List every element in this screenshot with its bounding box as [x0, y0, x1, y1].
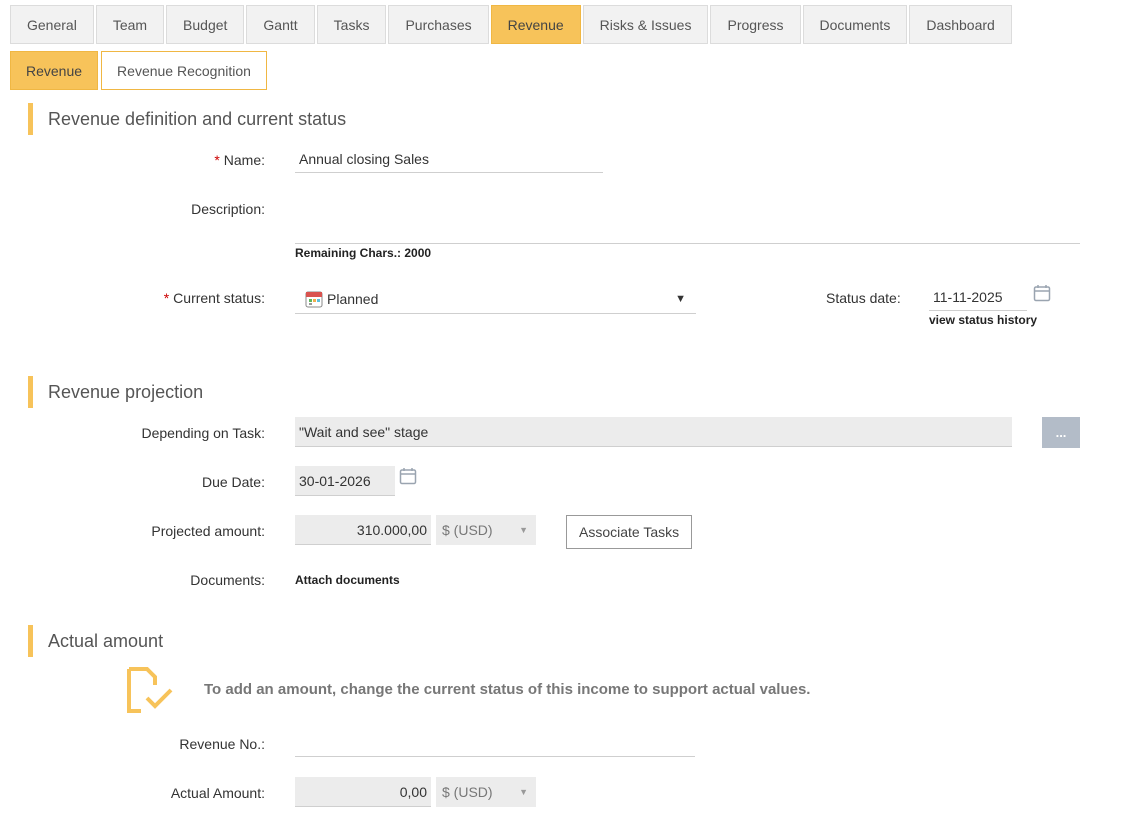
- required-marker: *: [214, 152, 220, 168]
- tab-risks-issues[interactable]: Risks & Issues: [582, 5, 709, 44]
- tab-tasks[interactable]: Tasks: [316, 5, 387, 44]
- remaining-chars: Remaining Chars.: 2000: [295, 246, 432, 260]
- projected-currency-select[interactable]: $ (USD) ▼: [436, 515, 536, 545]
- subtab-revenue[interactable]: Revenue: [10, 51, 99, 90]
- actual-currency-select[interactable]: $ (USD) ▼: [436, 777, 536, 807]
- calendar-icon[interactable]: [399, 467, 417, 485]
- due-date-input[interactable]: 30-01-2026: [295, 466, 395, 496]
- currency-value: $ (USD): [442, 522, 493, 538]
- select-task-button[interactable]: ...: [1042, 417, 1080, 448]
- name-label: * Name:: [214, 152, 265, 168]
- status-date-input[interactable]: 11-11-2025: [929, 283, 1027, 311]
- tab-documents[interactable]: Documents: [802, 5, 908, 44]
- section-definition-header: Revenue definition and current status: [28, 103, 346, 135]
- document-check-icon: [125, 666, 175, 714]
- documents-label: Documents:: [190, 572, 265, 588]
- actual-info-text: To add an amount, change the current sta…: [204, 681, 811, 698]
- revenue-no-input[interactable]: [295, 729, 695, 757]
- tab-general[interactable]: General: [10, 5, 94, 44]
- view-status-history-link[interactable]: view status history: [929, 313, 1037, 327]
- section-projection-header: Revenue projection: [28, 376, 203, 408]
- calendar-icon[interactable]: [1033, 284, 1051, 302]
- chevron-down-icon: ▼: [675, 292, 686, 305]
- tab-gantt[interactable]: Gantt: [246, 5, 315, 44]
- due-date-label: Due Date:: [201, 474, 265, 490]
- status-date-label: Status date:: [826, 290, 901, 306]
- name-input[interactable]: Annual closing Sales: [295, 145, 603, 173]
- revenue-no-label: Revenue No.:: [179, 736, 265, 752]
- tab-team[interactable]: Team: [95, 5, 165, 44]
- associate-tasks-button[interactable]: Associate Tasks: [566, 515, 693, 549]
- tab-revenue[interactable]: Revenue: [490, 5, 581, 44]
- status-select[interactable]: Planned ▼: [295, 284, 696, 314]
- depending-task-label: Depending on Task:: [141, 425, 266, 441]
- tab-purchases[interactable]: Purchases: [388, 5, 489, 44]
- actual-amount-input[interactable]: 0,00: [295, 777, 431, 807]
- actual-amount-label: Actual Amount:: [170, 785, 265, 801]
- chevron-down-icon: ▼: [519, 787, 528, 797]
- description-label: Description:: [191, 201, 265, 217]
- tab-dashboard[interactable]: Dashboard: [909, 5, 1012, 44]
- tab-progress[interactable]: Progress: [710, 5, 801, 44]
- planned-calendar-icon: [305, 290, 323, 308]
- main-tabs: General Team Budget Gantt Tasks Purchase…: [10, 5, 1012, 44]
- subtab-revenue-recognition[interactable]: Revenue Recognition: [101, 51, 267, 90]
- section-actual-header: Actual amount: [28, 625, 163, 657]
- status-value: Planned: [327, 290, 379, 307]
- projected-amount-input[interactable]: 310.000,00: [295, 515, 431, 545]
- status-label: * Current status:: [163, 290, 265, 306]
- description-input[interactable]: [295, 215, 1080, 244]
- projected-amount-label: Projected amount:: [151, 523, 265, 539]
- attach-documents-link[interactable]: Attach documents: [295, 573, 400, 587]
- tab-budget[interactable]: Budget: [166, 5, 245, 44]
- depending-task-input[interactable]: "Wait and see" stage: [295, 417, 1012, 447]
- currency-value: $ (USD): [442, 784, 493, 800]
- sub-tabs: Revenue Revenue Recognition: [10, 51, 267, 90]
- required-marker: *: [163, 290, 170, 306]
- chevron-down-icon: ▼: [519, 525, 528, 535]
